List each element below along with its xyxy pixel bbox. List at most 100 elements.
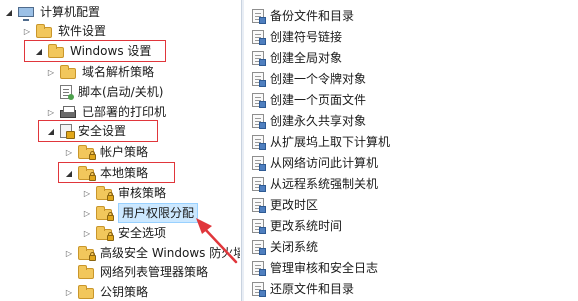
highlight-box-security-settings bbox=[38, 120, 158, 142]
tree-label: 脚本(启动/关机) bbox=[78, 85, 164, 99]
folder-icon bbox=[78, 264, 94, 279]
policy-label: 从远程系统强制关机 bbox=[270, 177, 379, 191]
list-item[interactable]: 更改系统时间 bbox=[252, 215, 342, 237]
policy-icon bbox=[252, 72, 266, 87]
policy-label: 创建一个令牌对象 bbox=[270, 72, 367, 86]
tree-label: 安全选项 bbox=[118, 226, 167, 240]
list-item[interactable]: 备份文件和目录 bbox=[252, 5, 354, 27]
script-icon bbox=[60, 85, 74, 100]
tree-node-scripts[interactable]: 脚本(启动/关机) bbox=[46, 82, 163, 102]
locked-folder-icon bbox=[96, 225, 114, 241]
tree-node-account-policies[interactable]: ▷ 帐户策略 bbox=[64, 142, 148, 162]
lock-icon bbox=[89, 251, 96, 261]
list-item[interactable]: 管理审核和安全日志 bbox=[252, 257, 378, 279]
collapse-arrow-icon[interactable]: ▷ bbox=[82, 183, 92, 203]
tree-label: 计算机配置 bbox=[40, 5, 101, 19]
list-item[interactable]: 关闭系统 bbox=[252, 236, 318, 258]
tree-label: 网络列表管理器策略 bbox=[100, 265, 209, 279]
list-item[interactable]: 从扩展坞上取下计算机 bbox=[252, 131, 390, 153]
collapse-arrow-icon[interactable]: ▷ bbox=[82, 203, 92, 223]
tree-node-public-key-policies[interactable]: ▷ 公钥策略 bbox=[64, 282, 148, 301]
folder-icon bbox=[60, 64, 76, 79]
folder-icon bbox=[36, 23, 52, 38]
pane-splitter[interactable] bbox=[241, 0, 244, 301]
policy-label: 从网络访问此计算机 bbox=[270, 156, 379, 170]
policy-icon bbox=[252, 219, 266, 234]
policy-label: 创建全局对象 bbox=[270, 51, 343, 65]
tree-node-software-settings[interactable]: ▷ 软件设置 bbox=[22, 21, 106, 41]
tree-node-user-rights-assignment[interactable]: ▷ 用户权限分配 bbox=[82, 203, 199, 223]
lock-icon bbox=[107, 231, 114, 241]
tree-label-selected: 用户权限分配 bbox=[118, 203, 199, 223]
policy-icon bbox=[252, 51, 266, 66]
policy-icon bbox=[252, 93, 266, 108]
locked-folder-icon bbox=[96, 185, 114, 201]
collapse-arrow-icon[interactable]: ▷ bbox=[46, 62, 56, 82]
tree-node-network-list-manager[interactable]: 网络列表管理器策略 bbox=[64, 262, 208, 282]
locked-folder-icon bbox=[78, 144, 96, 160]
tree-node-audit-policy[interactable]: ▷ 审核策略 bbox=[82, 183, 166, 203]
policy-icon bbox=[252, 177, 266, 192]
collapse-arrow-icon[interactable]: ▷ bbox=[64, 243, 74, 263]
policy-icon bbox=[252, 30, 266, 45]
policy-label: 更改时区 bbox=[270, 198, 319, 212]
policy-label: 创建永久共享对象 bbox=[270, 114, 367, 128]
tree-label: 公钥策略 bbox=[100, 285, 149, 299]
tree-label: 高级安全 Windows 防火墙 bbox=[100, 246, 240, 260]
tree-node-deployed-printers[interactable]: ▷ 已部署的打印机 bbox=[46, 102, 166, 122]
policy-label: 从扩展坞上取下计算机 bbox=[270, 135, 391, 149]
list-item[interactable]: 创建符号链接 bbox=[252, 26, 342, 48]
expand-arrow-icon[interactable]: ◢ bbox=[4, 2, 14, 22]
tree-node-name-resolution-policy[interactable]: ▷ 域名解析策略 bbox=[46, 62, 154, 82]
policy-icon bbox=[252, 114, 266, 129]
lock-icon bbox=[107, 191, 114, 201]
highlight-box-windows-settings bbox=[24, 40, 166, 62]
collapse-arrow-icon[interactable]: ▷ bbox=[64, 282, 74, 301]
collapse-arrow-icon[interactable]: ▷ bbox=[22, 21, 32, 41]
collapse-arrow-icon[interactable]: ▷ bbox=[46, 102, 56, 122]
navigation-tree: ◢ 计算机配置 ▷ 软件设置 ◢ Windows 设置 ▷ 域名解析策略 脚本(… bbox=[0, 0, 240, 301]
list-item[interactable]: 从远程系统强制关机 bbox=[252, 173, 378, 195]
policy-list: 备份文件和目录 创建符号链接 创建全局对象 创建一个令牌对象 创建一个页面文件 … bbox=[246, 0, 578, 301]
list-item[interactable]: 创建永久共享对象 bbox=[252, 110, 366, 132]
list-item[interactable]: 创建全局对象 bbox=[252, 47, 342, 69]
list-item[interactable]: 创建一个令牌对象 bbox=[252, 68, 366, 90]
tree-label: 域名解析策略 bbox=[82, 65, 155, 79]
list-item[interactable]: 从网络访问此计算机 bbox=[252, 152, 378, 174]
policy-label: 备份文件和目录 bbox=[270, 9, 355, 23]
policy-icon bbox=[252, 198, 266, 213]
policy-icon bbox=[252, 261, 266, 276]
tree-label: 已部署的打印机 bbox=[82, 105, 167, 119]
policy-icon bbox=[252, 9, 266, 24]
policy-icon bbox=[252, 240, 266, 255]
folder-icon bbox=[78, 284, 94, 299]
tree-node-computer-configuration[interactable]: ◢ 计算机配置 bbox=[4, 2, 100, 22]
list-item[interactable]: 还原文件和目录 bbox=[252, 278, 354, 300]
locked-folder-icon bbox=[96, 205, 114, 221]
tree-node-security-options[interactable]: ▷ 安全选项 bbox=[82, 223, 166, 243]
tree-node-advanced-firewall[interactable]: ▷ 高级安全 Windows 防火墙 bbox=[64, 243, 240, 263]
policy-icon bbox=[252, 156, 266, 171]
collapse-arrow-icon[interactable]: ▷ bbox=[82, 223, 92, 243]
policy-icon bbox=[252, 135, 266, 150]
computer-icon bbox=[18, 7, 34, 21]
policy-label: 关闭系统 bbox=[270, 240, 319, 254]
highlight-box-local-policies bbox=[58, 162, 175, 183]
policy-icon bbox=[252, 282, 266, 297]
tree-label: 审核策略 bbox=[118, 186, 167, 200]
list-item[interactable]: 创建一个页面文件 bbox=[252, 89, 366, 111]
printer-icon bbox=[60, 106, 76, 118]
locked-folder-icon bbox=[78, 245, 96, 261]
policy-label: 创建一个页面文件 bbox=[270, 93, 367, 107]
list-item[interactable]: 更改时区 bbox=[252, 194, 318, 216]
policy-label: 创建符号链接 bbox=[270, 30, 343, 44]
tree-label: 软件设置 bbox=[58, 24, 107, 38]
collapse-arrow-icon[interactable]: ▷ bbox=[64, 142, 74, 162]
policy-label: 管理审核和安全日志 bbox=[270, 261, 379, 275]
tree-label: 帐户策略 bbox=[100, 145, 149, 159]
lock-icon bbox=[107, 211, 114, 221]
lock-icon bbox=[89, 150, 96, 160]
policy-label: 还原文件和目录 bbox=[270, 282, 355, 296]
